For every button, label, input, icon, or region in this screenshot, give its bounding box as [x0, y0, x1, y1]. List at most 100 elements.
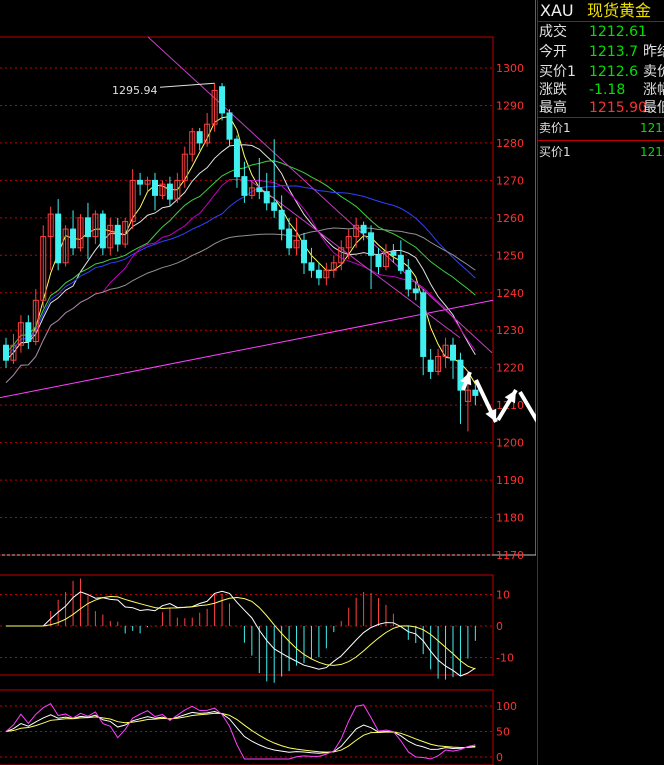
candle[interactable] — [55, 199, 62, 271]
candle[interactable] — [286, 217, 293, 256]
price-tick-label: 1250 — [496, 249, 524, 262]
candle-body — [397, 254, 404, 271]
candle[interactable] — [353, 217, 360, 248]
ma-14-line — [5, 178, 476, 384]
row-value: 1213.7 — [589, 44, 638, 60]
price-tick-label: 1190 — [496, 474, 524, 487]
candle-body — [286, 228, 293, 249]
order-book-bid: 买价1 1212 — [538, 142, 664, 162]
candle[interactable] — [159, 180, 166, 200]
row-extra: 卖价 — [643, 64, 664, 80]
macd-panel[interactable]: 10 0 -10 — [0, 574, 514, 683]
candle-body — [308, 262, 315, 271]
price-tick-label: 1270 — [496, 174, 524, 187]
book-label: 卖价1 — [539, 121, 571, 135]
candle[interactable] — [278, 195, 285, 241]
indicator-lines — [0, 36, 494, 399]
main-chart-frame — [0, 0, 536, 556]
candle[interactable] — [397, 240, 404, 275]
book-value: 1212 — [640, 145, 664, 159]
book-value: 1212 — [640, 121, 664, 135]
candle[interactable] — [189, 127, 196, 162]
candle[interactable] — [3, 337, 9, 368]
candle[interactable] — [62, 225, 69, 267]
candle-body — [472, 389, 479, 396]
macd-dif-line — [6, 590, 476, 677]
candle[interactable] — [263, 172, 270, 211]
candle[interactable] — [196, 127, 203, 151]
row-value: 1215.90 — [589, 100, 647, 116]
candle[interactable] — [301, 232, 307, 275]
macd-border — [0, 574, 494, 676]
candle[interactable] — [464, 382, 471, 432]
candle[interactable] — [70, 210, 77, 256]
candle-body — [233, 138, 240, 178]
chart-area[interactable]: 1300129012801270126012501240123012201210… — [0, 0, 536, 765]
price-tick-label: 1290 — [496, 99, 524, 112]
candle[interactable] — [323, 262, 330, 286]
candle[interactable] — [25, 315, 32, 349]
quote-row-last: 成交 1212.61 — [538, 22, 664, 42]
candle[interactable] — [10, 333, 17, 364]
candle[interactable] — [17, 315, 24, 353]
candle[interactable] — [368, 225, 375, 290]
candle-body — [256, 187, 263, 193]
candle[interactable] — [442, 337, 449, 368]
candle-body — [375, 254, 382, 268]
candle[interactable] — [315, 262, 322, 286]
candle[interactable] — [137, 172, 144, 196]
candle-body — [263, 191, 270, 204]
row-extra: 昨结 — [643, 44, 664, 60]
candle[interactable] — [107, 217, 114, 256]
candle-body — [3, 344, 9, 361]
kdj-border — [0, 689, 494, 765]
row-extra: 最低 — [643, 100, 664, 116]
kdj-panel[interactable]: 100 50 0 — [0, 689, 517, 765]
candle-body — [368, 232, 375, 256]
price-tick-label: 1200 — [496, 437, 524, 450]
candle[interactable] — [211, 83, 218, 132]
candlesticks[interactable] — [3, 82, 479, 432]
candle-body — [84, 217, 91, 238]
candle[interactable] — [450, 337, 456, 379]
candle[interactable] — [144, 176, 151, 192]
candle[interactable] — [226, 109, 233, 147]
candle[interactable] — [99, 210, 106, 256]
quote-panel: XAU 现货黄金 成交 1212.61 今开 1213.7 昨结 买价1 121… — [537, 0, 664, 765]
candle-body — [241, 176, 248, 196]
quote-row-open: 今开 1213.7 昨结 — [538, 42, 664, 62]
ma-short-line — [5, 116, 476, 385]
price-tick-label: 1280 — [496, 137, 524, 150]
candle-body — [412, 288, 419, 294]
candle[interactable] — [166, 176, 173, 207]
price-tick-label: 1220 — [496, 362, 524, 375]
candle[interactable] — [129, 169, 136, 230]
macd-tick-label: 0 — [496, 620, 503, 633]
candle[interactable] — [420, 289, 427, 376]
ma-20-line — [5, 160, 476, 354]
row-value: 1212.6 — [589, 64, 638, 80]
candle[interactable] — [330, 255, 337, 278]
candle[interactable] — [32, 289, 39, 346]
order-book-ask: 卖价1 1212 — [538, 118, 664, 138]
peak-annotation: 1295.94 — [112, 82, 215, 97]
candle-body — [99, 213, 106, 249]
price-axis: 1300129012801270126012501240123012201210… — [496, 62, 524, 562]
candle[interactable] — [84, 202, 91, 260]
candle[interactable] — [114, 217, 121, 252]
candle[interactable] — [427, 348, 434, 379]
row-extra: 涨幅 — [643, 82, 664, 98]
candle[interactable] — [293, 217, 300, 256]
candle[interactable] — [92, 210, 99, 245]
candle[interactable] — [435, 348, 442, 376]
candle[interactable] — [47, 206, 54, 271]
candle[interactable] — [375, 247, 382, 275]
ma-30-line — [5, 185, 476, 357]
candle[interactable] — [219, 82, 226, 121]
trendline — [0, 299, 494, 399]
quote-row-change: 涨跌 -1.18 涨幅 — [538, 80, 664, 100]
candle[interactable] — [77, 214, 84, 252]
candle-body — [226, 112, 233, 140]
quote-row-bid: 买价1 1212.6 卖价 — [538, 62, 664, 82]
candle[interactable] — [152, 172, 158, 211]
